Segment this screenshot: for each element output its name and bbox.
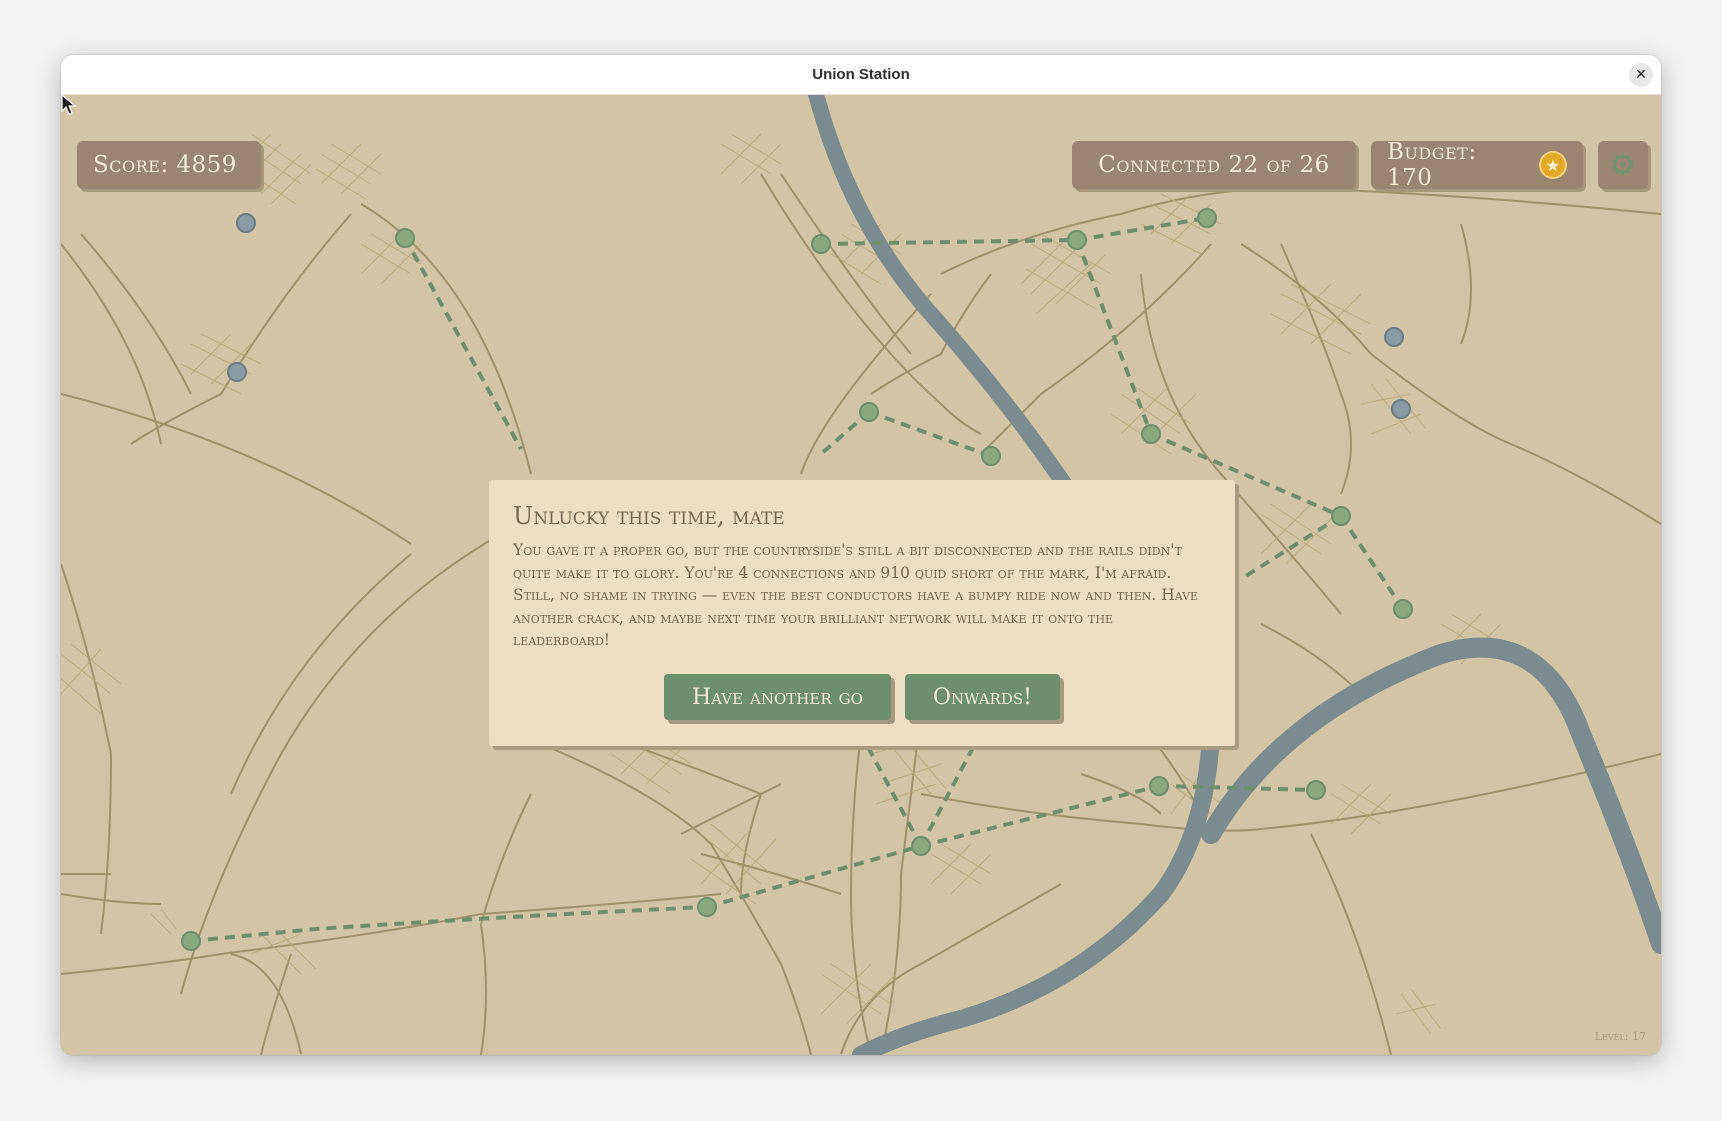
settings-button[interactable]: ⚙ [1598, 141, 1648, 189]
score-label: Score: 4859 [93, 152, 237, 178]
game-over-dialog: Unlucky this time, mate You gave it a pr… [489, 480, 1235, 746]
station-node[interactable] [1393, 599, 1413, 619]
budget-label: Budget: 170 [1387, 139, 1477, 191]
station-node[interactable] [1141, 424, 1161, 444]
station-node[interactable] [981, 446, 1001, 466]
station-node[interactable] [1331, 506, 1351, 526]
dialog-actions: Have another go Onwards! [489, 674, 1235, 720]
close-icon[interactable]: ✕ [1629, 63, 1653, 87]
game-window: Union Station ✕ Score: 4859 Connected 22… [61, 55, 1661, 1055]
town-node[interactable] [236, 213, 256, 233]
dialog-title: Unlucky this time, mate [513, 502, 785, 530]
station-node[interactable] [1149, 776, 1169, 796]
station-node[interactable] [1306, 780, 1326, 800]
dialog-message: You gave it a proper go, but the country… [513, 541, 1199, 649]
mouse-pointer-icon [61, 94, 77, 115]
connected-display: Connected 22 of 26 [1072, 141, 1356, 189]
town-node[interactable] [227, 362, 247, 382]
station-node[interactable] [859, 402, 879, 422]
station-node[interactable] [181, 931, 201, 951]
star-coin-icon: ★ [1539, 151, 1567, 179]
continue-button[interactable]: Onwards! [904, 674, 1060, 720]
station-node[interactable] [697, 897, 717, 917]
station-node[interactable] [911, 836, 931, 856]
connected-label: Connected 22 of 26 [1098, 152, 1330, 178]
window-title: Union Station [812, 66, 910, 83]
town-node[interactable] [1384, 327, 1404, 347]
station-node[interactable] [395, 228, 415, 248]
station-node[interactable] [1067, 230, 1087, 250]
level-indicator: Level: 17 [1594, 1030, 1646, 1043]
retry-button[interactable]: Have another go [663, 674, 891, 720]
budget-display: Budget: 170 ★ [1371, 139, 1583, 191]
game-map[interactable]: Score: 4859 Connected 22 of 26 Budget: 1… [61, 94, 1661, 1055]
gear-icon: ⚙ [1609, 147, 1637, 183]
score-display: Score: 4859 [77, 141, 261, 189]
station-node[interactable] [811, 234, 831, 254]
station-node[interactable] [1197, 208, 1217, 228]
town-node[interactable] [1391, 399, 1411, 419]
titlebar: Union Station ✕ [61, 55, 1661, 95]
